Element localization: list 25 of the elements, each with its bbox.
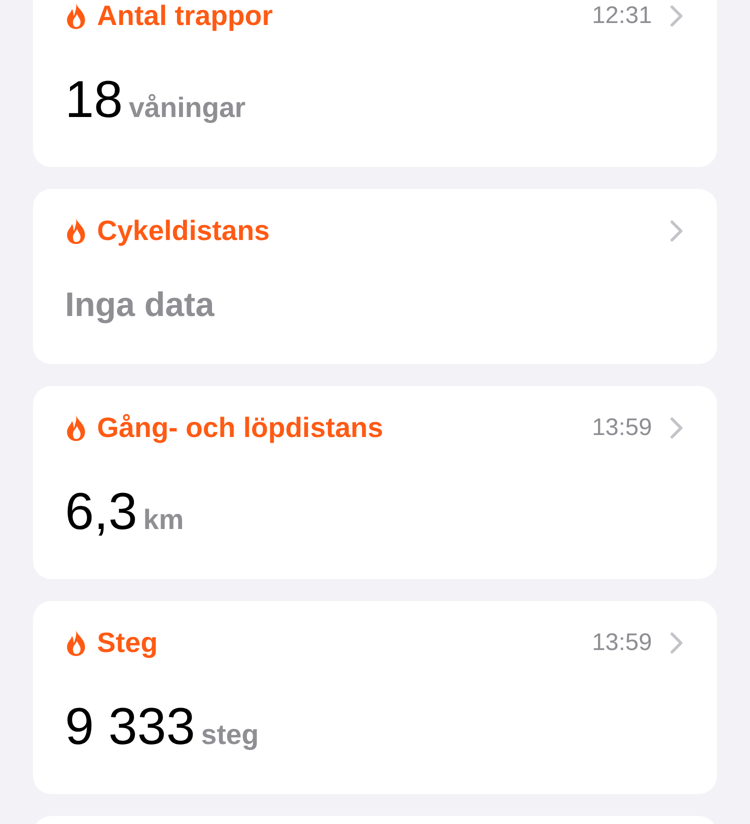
flame-icon <box>65 629 87 657</box>
metric-title: Steg <box>97 626 158 660</box>
metric-value: 6,3 <box>65 482 138 542</box>
flame-icon <box>65 414 87 442</box>
metric-title: Cykeldistans <box>97 214 270 248</box>
metric-card[interactable]: Antal trappor 12:31 18 våningar <box>33 0 717 167</box>
metric-unit: steg <box>201 718 259 752</box>
chevron-icon <box>670 220 683 242</box>
no-data-text: Inga data <box>65 286 214 324</box>
metric-card[interactable]: Steg 13:59 9 333 steg <box>33 601 717 794</box>
flame-icon <box>65 217 87 245</box>
time-label: 13:59 <box>592 628 652 658</box>
chevron-icon <box>670 632 683 654</box>
metric-title: Antal trappor <box>97 0 273 33</box>
flame-icon <box>65 2 87 30</box>
time-label: 13:59 <box>592 413 652 443</box>
chevron-icon <box>670 417 683 439</box>
time-label: 12:31 <box>592 1 652 31</box>
metric-unit: km <box>143 503 184 537</box>
metric-unit: våningar <box>128 91 246 125</box>
chevron-icon <box>670 5 683 27</box>
metric-title: Gång- och löpdistans <box>97 411 384 445</box>
metric-card[interactable]: Gång- och löpdistans 13:59 6,3 km <box>33 386 717 579</box>
metric-value: 9 333 <box>65 697 196 757</box>
metric-value: 18 <box>65 70 123 130</box>
